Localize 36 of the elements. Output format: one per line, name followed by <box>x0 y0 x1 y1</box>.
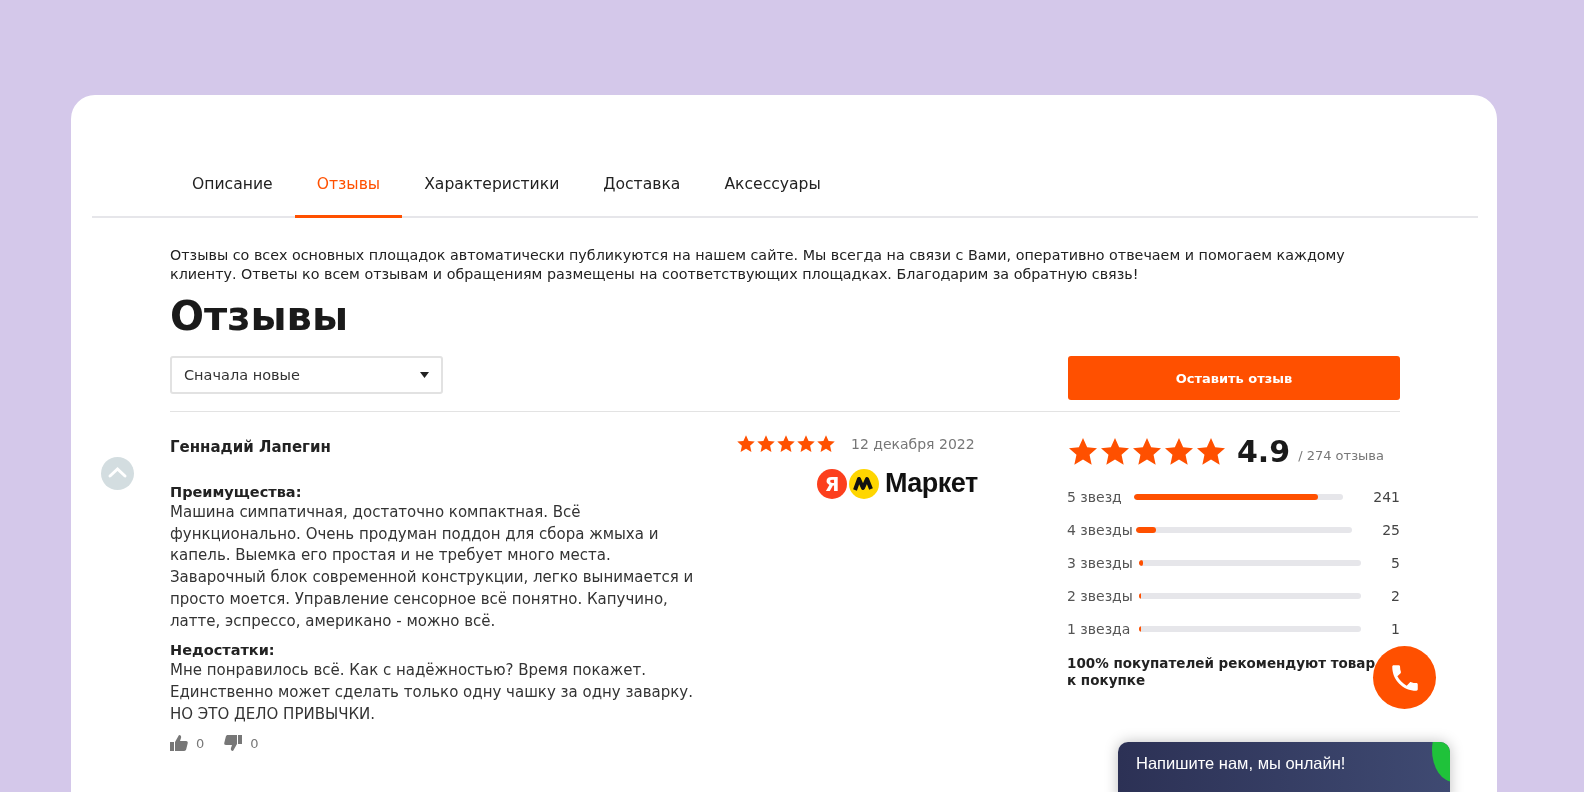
sort-select[interactable]: Сначала новые <box>170 356 443 394</box>
squiggle-icon <box>849 468 879 499</box>
review-section-title: Преимущества: <box>170 484 303 500</box>
intro-text: Отзывы со всех основных площадок автоматически публикуются на нашем сайте. Мы всегда на связи с Вами, оперативно отвечаем и помогаем каждому клиенту. Ответы ко всем отзывам и обращениям размещены на соответствующих площадках. Благодарим за обратную связь! <box>170 246 1346 284</box>
rating-count: 2 <box>1391 588 1400 604</box>
rating-count: 241 <box>1373 489 1400 505</box>
rating-label: 4 звезды <box>1067 522 1134 538</box>
tab[interactable]: Аксессуары <box>702 155 843 218</box>
caret-icon <box>420 372 429 378</box>
tab[interactable]: Характеристики <box>402 155 582 218</box>
rating-label: 5 звезд <box>1067 489 1123 505</box>
chat-widget[interactable]: Напишите нам, мы онлайн! <box>1118 742 1450 792</box>
rating-label: 3 звезды <box>1067 555 1134 571</box>
average-rating: 4.9 <box>1237 434 1291 469</box>
rating-count: 1 <box>1391 621 1400 637</box>
thumbs-up-icon[interactable] <box>170 735 188 752</box>
review-text: Машина симпатичная, достаточно компактная. Всё функционально. Очень продуман поддон для сбора жмыха и капель. Выемка его простая и не требует много места. Заварочный блок современной конструкции, легко вынимается и просто моется. Управление сенсорное всё понятно. Капучино, латте, эспрессо, американо - можно всё. <box>170 502 695 632</box>
tab[interactable]: Доставка <box>581 155 703 218</box>
rating-count: 5 <box>1391 555 1400 571</box>
review-count: / 274 отзыва <box>1298 448 1384 463</box>
rating-label: 1 звезда <box>1067 621 1132 637</box>
thumbs-down-icon[interactable] <box>224 735 243 752</box>
review-date: 12 декабря 2022 <box>851 436 975 452</box>
recommend-text: 100% покупателей рекомендуют товар к покупке <box>1067 655 1377 689</box>
dislikes-count: 0 <box>250 735 259 751</box>
review-text: Мне понравилось всё. Как с надёжностью? Время покажет. Единственно может сделать только одну чашку за одну заварку. НО ЭТО ДЕЛО ПРИВЫЧКИ. <box>170 660 694 725</box>
likes-count: 0 <box>196 735 205 751</box>
tab[interactable]: Описание <box>170 155 295 218</box>
rating-count: 25 <box>1382 522 1400 538</box>
chat-text: Напишите нам, мы онлайн! <box>1136 754 1346 772</box>
logo-text: Маркет <box>885 468 978 499</box>
review-author: Геннадий Лапегин <box>170 438 332 456</box>
logo-badge: Я <box>817 468 847 499</box>
section-heading: Отзывы <box>170 292 350 340</box>
review-section-title: Недостатки: <box>170 642 276 659</box>
rating-label: 2 звезды <box>1067 588 1134 604</box>
